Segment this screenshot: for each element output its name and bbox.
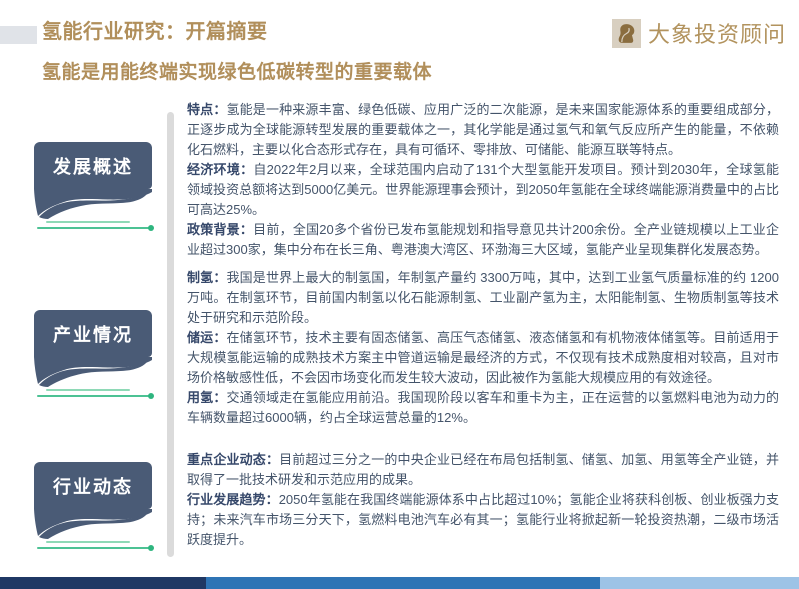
paragraph: 经济环境：自2022年2月以来，全球范围内启动了131个大型氢能开发项目。预计到…	[187, 160, 779, 220]
vertical-divider	[167, 112, 174, 557]
paragraph-text: 我国是世界上最大的制氢国，年制氢产量约 3300万吨，其中，达到工业氢气质量标准…	[187, 270, 779, 325]
teal-line-short	[46, 221, 130, 223]
paragraph-text: 自2022年2月以来，全球范围内启动了131个大型氢能开发项目。预计到2030年…	[187, 162, 779, 217]
elephant-icon	[612, 19, 641, 48]
wave-decoration	[34, 189, 152, 219]
paragraph: 重点企业动态：目前超过三分之一的中央企业已经在布局包括制氢、储氢、加氢、用氢等全…	[187, 450, 779, 490]
section-tag-box: 发展概述	[34, 142, 152, 189]
section-tag-industry-dynamics: 行业动态	[34, 462, 152, 549]
teal-line-long	[37, 547, 149, 549]
paragraph-lead: 政策背景：	[187, 222, 253, 237]
teal-line-long	[37, 227, 149, 229]
page-title: 氢能行业研究：开篇摘要	[42, 15, 268, 44]
paragraph-lead: 制氢：	[187, 270, 226, 285]
content-area: 特点：氢能是一种来源丰富、绿色低碳、应用广泛的二次能源，是未来国家能源体系的重要…	[187, 100, 779, 550]
section-tag-industry-situation: 产业情况	[34, 310, 152, 397]
paragraph-lead: 储运：	[187, 330, 226, 345]
teal-dot	[148, 545, 154, 551]
section-tag-box: 行业动态	[34, 462, 152, 509]
paragraph-lead: 行业发展趋势：	[187, 492, 279, 507]
section-tag-box: 产业情况	[34, 310, 152, 357]
wave-decoration	[34, 509, 152, 539]
bottom-bar-lightblue-segment	[600, 577, 799, 589]
paragraph: 特点：氢能是一种来源丰富、绿色低碳、应用广泛的二次能源，是未来国家能源体系的重要…	[187, 100, 779, 160]
section-development-overview-text: 特点：氢能是一种来源丰富、绿色低碳、应用广泛的二次能源，是未来国家能源体系的重要…	[187, 100, 779, 260]
bottom-bar-blue-segment	[206, 577, 600, 589]
paragraph-lead: 经济环境：	[187, 162, 253, 177]
paragraph: 用氢：交通领域走在氢能应用前沿。我国现阶段以客车和重卡为主，正在运营的以氢燃料电…	[187, 388, 779, 428]
teal-dot	[148, 225, 154, 231]
title-accent-bar	[0, 26, 37, 44]
paragraph-lead: 用氢：	[187, 390, 226, 405]
wave-decoration	[34, 357, 152, 387]
paragraph: 储运：在储氢环节，技术主要有固态储氢、高压气态储氢、液态储氢和有机物液体储氢等。…	[187, 328, 779, 388]
section-tag-label: 产业情况	[53, 321, 133, 347]
section-industry-situation-text: 制氢：我国是世界上最大的制氢国，年制氢产量约 3300万吨，其中，达到工业氢气质…	[187, 268, 779, 428]
logo: 大象投资顾问	[612, 17, 786, 49]
paragraph-lead: 特点：	[187, 102, 226, 117]
paragraph-text: 氢能是一种来源丰富、绿色低碳、应用广泛的二次能源，是未来国家能源体系的重要组成部…	[187, 102, 779, 157]
section-industry-dynamics-text: 重点企业动态：目前超过三分之一的中央企业已经在布局包括制氢、储氢、加氢、用氢等全…	[187, 450, 779, 550]
teal-line-short	[46, 389, 130, 391]
teal-line-long	[37, 395, 149, 397]
section-tag-label: 行业动态	[53, 473, 133, 499]
bottom-bar	[0, 577, 799, 589]
paragraph: 行业发展趋势：2050年氢能在我国终端能源体系中占比超过10%；氢能企业将获科创…	[187, 490, 779, 550]
paragraph-text: 在储氢环节，技术主要有固态储氢、高压气态储氢、液态储氢和有机物液体储氢等。目前适…	[187, 330, 779, 385]
bottom-bar-navy-segment	[0, 577, 206, 589]
logo-text: 大象投资顾问	[648, 17, 786, 49]
paragraph: 政策背景：目前，全国20多个省份已发布氢能规划和指导意见共计200余份。全产业链…	[187, 220, 779, 260]
slide: 氢能行业研究：开篇摘要 大象投资顾问 氢能是用能终端实现绿色低碳转型的重要载体 …	[0, 0, 799, 589]
section-tag-development-overview: 发展概述	[34, 142, 152, 229]
slide-subtitle: 氢能是用能终端实现绿色低碳转型的重要载体	[42, 57, 432, 84]
section-tag-label: 发展概述	[53, 153, 133, 179]
paragraph-text: 交通领域走在氢能应用前沿。我国现阶段以客车和重卡为主，正在运营的以氢燃料电池为动…	[187, 390, 779, 425]
paragraph-text: 目前，全国20多个省份已发布氢能规划和指导意见共计200余份。全产业链规模以上工…	[187, 222, 779, 257]
paragraph-lead: 重点企业动态：	[187, 452, 279, 467]
paragraph: 制氢：我国是世界上最大的制氢国，年制氢产量约 3300万吨，其中，达到工业氢气质…	[187, 268, 779, 328]
teal-dot	[148, 393, 154, 399]
teal-line-short	[46, 541, 130, 543]
